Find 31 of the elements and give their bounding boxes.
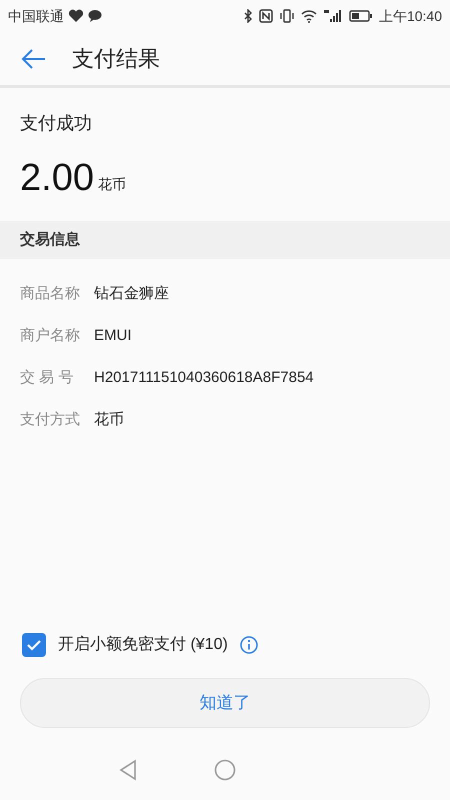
- chat-icon: [88, 9, 102, 23]
- battery-icon: [348, 10, 373, 22]
- carrier-name: 中国联通: [8, 6, 64, 26]
- clock-time: 上午10:40: [378, 6, 442, 26]
- bluetooth-icon: [242, 9, 253, 23]
- heart-icon: [68, 9, 84, 23]
- checkbox[interactable]: [22, 633, 46, 657]
- option-label: 开启小额免密支付 (¥10): [58, 634, 228, 655]
- detail-value: EMUI: [94, 326, 132, 346]
- detail-value: 钻石金狮座: [94, 284, 169, 304]
- detail-value: 花币: [94, 410, 124, 430]
- amount-unit: 花币: [98, 175, 126, 194]
- confirm-button[interactable]: 知道了: [20, 678, 430, 728]
- detail-label: 支付方式: [20, 410, 81, 430]
- detail-value: H201711151040360618A8F7854: [94, 368, 314, 388]
- back-arrow-icon: [21, 48, 47, 70]
- section-header: 交易信息: [0, 221, 450, 259]
- detail-label: 商户名称: [20, 326, 81, 346]
- detail-label: 交 易 号: [20, 368, 74, 388]
- back-nav-icon[interactable]: [118, 759, 138, 781]
- vibrate-icon: [278, 9, 295, 23]
- home-nav-icon[interactable]: [214, 759, 236, 781]
- signal-icon: [322, 9, 343, 23]
- checkmark-icon: [27, 639, 41, 651]
- page-title: 支付结果: [72, 45, 160, 73]
- wifi-icon: [300, 9, 317, 23]
- nfc-icon: [258, 9, 273, 23]
- amount-value: 2.00: [20, 157, 94, 199]
- payment-status: 支付成功: [20, 112, 93, 135]
- detail-label: 商品名称: [20, 284, 81, 304]
- info-icon[interactable]: [240, 636, 258, 654]
